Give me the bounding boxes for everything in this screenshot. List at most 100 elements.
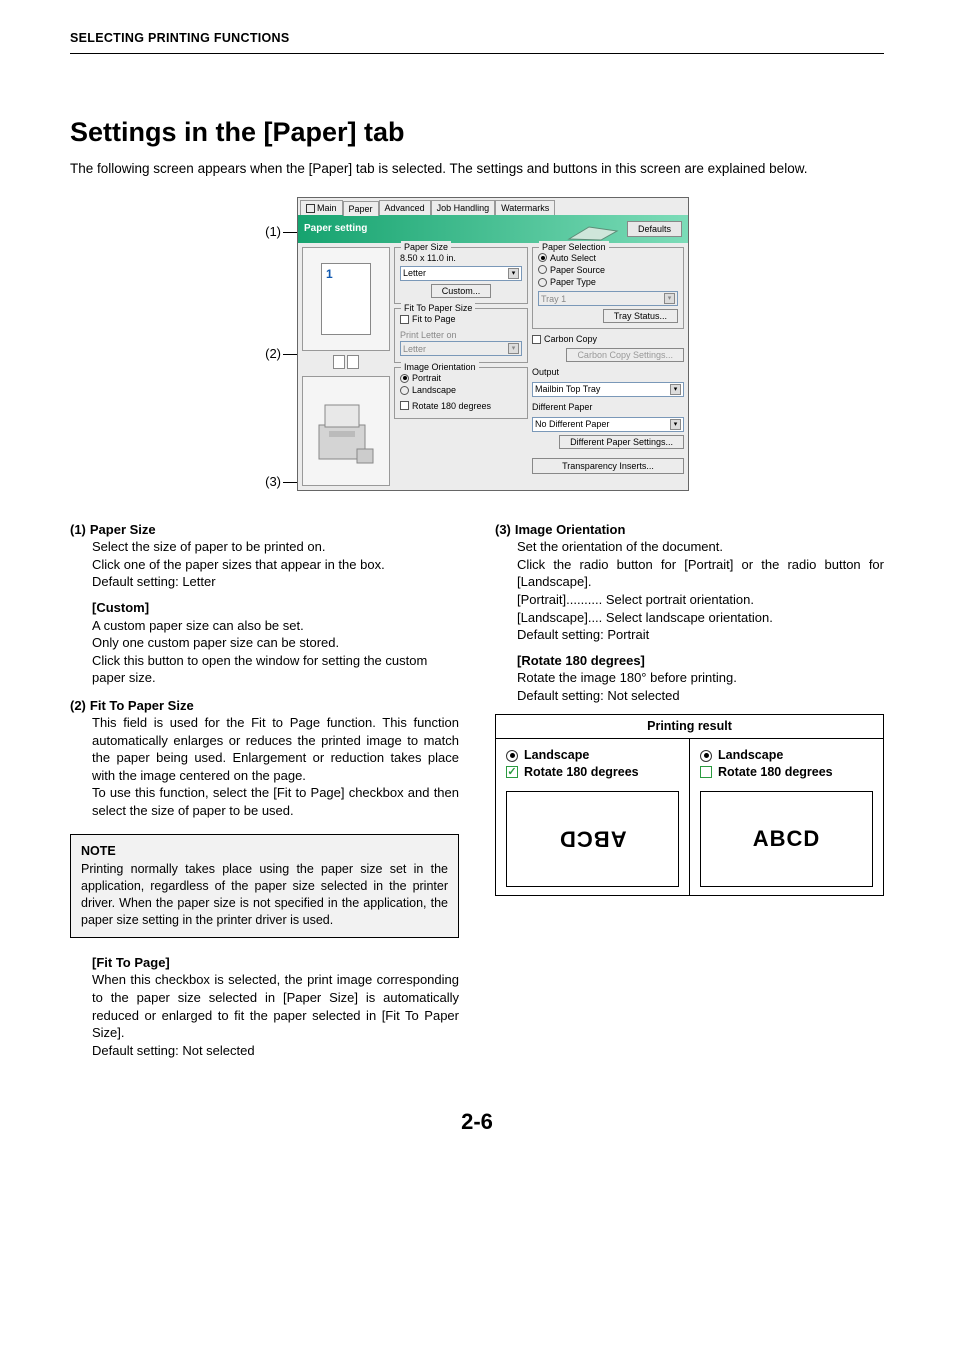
group-title-fit: Fit To Paper Size bbox=[401, 302, 475, 314]
custom-button[interactable]: Custom... bbox=[431, 284, 492, 298]
s3-p2: Click the radio button for [Portrait] or… bbox=[517, 556, 884, 591]
pr-title: Printing result bbox=[496, 715, 883, 739]
screenshot-wrapper: (1) (2) (3) Main Paper Advanced Job Hand… bbox=[70, 197, 884, 491]
callouts: (1) (2) (3) bbox=[265, 197, 297, 491]
s3-rot: [Rotate 180 degrees] bbox=[517, 652, 884, 670]
different-paper-label: Different Paper bbox=[532, 401, 684, 413]
group-title-orient: Image Orientation bbox=[401, 361, 479, 373]
tab-job-handling[interactable]: Job Handling bbox=[431, 200, 496, 215]
paper-type-radio[interactable] bbox=[538, 278, 547, 287]
output-select[interactable]: Mailbin Top Tray▾ bbox=[532, 382, 684, 397]
paper-size-select[interactable]: Letter▾ bbox=[400, 266, 522, 281]
page-preview: 1 bbox=[302, 247, 390, 351]
preview-page-number: 1 bbox=[326, 266, 333, 282]
page-header: SELECTING PRINTING FUNCTIONS bbox=[70, 30, 884, 54]
pr-box-normal: ABCD bbox=[700, 791, 873, 887]
chevron-down-icon: ▾ bbox=[664, 293, 675, 304]
s2-title: Fit To Paper Size bbox=[90, 697, 194, 715]
chevron-down-icon: ▾ bbox=[670, 384, 681, 395]
rotate-label: Rotate 180 degrees bbox=[412, 400, 491, 412]
page-icon bbox=[306, 204, 315, 213]
tab-main[interactable]: Main bbox=[300, 200, 343, 215]
paper-source-label: Paper Source bbox=[550, 264, 605, 276]
rotate-checkbox[interactable] bbox=[400, 401, 409, 410]
printer-icon bbox=[567, 217, 621, 241]
s1-c2: Only one custom paper size can be stored… bbox=[92, 634, 459, 652]
s1-p2: Click one of the paper sizes that appear… bbox=[92, 556, 459, 574]
fit-to-page-label: Fit to Page bbox=[412, 313, 456, 325]
s1-c1: A custom paper size can also be set. bbox=[92, 617, 459, 635]
checkbox-unchecked-icon: ✓ bbox=[700, 766, 712, 778]
chevron-down-icon: ▾ bbox=[508, 343, 519, 354]
note-box: NOTE Printing normally takes place using… bbox=[70, 834, 459, 938]
s1-num: (1) bbox=[70, 521, 86, 539]
chevron-down-icon: ▾ bbox=[508, 268, 519, 279]
s3-num: (3) bbox=[495, 521, 511, 539]
fit-to-page-checkbox[interactable] bbox=[400, 315, 409, 324]
s2b-p2: Default setting: Not selected bbox=[92, 1042, 459, 1060]
s3-p1: Set the orientation of the document. bbox=[517, 538, 884, 556]
fit-msg: Print Letter on bbox=[400, 329, 522, 341]
paper-dim-label: 8.50 x 11.0 in. bbox=[400, 252, 522, 264]
tab-watermarks[interactable]: Watermarks bbox=[495, 200, 555, 215]
callout-1: (1) bbox=[265, 224, 281, 239]
auto-select-label: Auto Select bbox=[550, 252, 596, 264]
dialog: Main Paper Advanced Job Handling Waterma… bbox=[297, 197, 689, 491]
portrait-radio[interactable] bbox=[400, 374, 409, 383]
intro-text: The following screen appears when the [P… bbox=[70, 160, 884, 178]
landscape-radio[interactable] bbox=[400, 386, 409, 395]
s3-p4: [Landscape].... Select landscape orienta… bbox=[517, 609, 884, 627]
carbon-copy-checkbox[interactable] bbox=[532, 335, 541, 344]
paper-source-radio[interactable] bbox=[538, 265, 547, 274]
pr-landscape-1: Landscape bbox=[524, 747, 589, 764]
checkbox-checked-icon: ✓ bbox=[506, 766, 518, 778]
s3-r1: Rotate the image 180° before printing. bbox=[517, 669, 884, 687]
output-label: Output bbox=[532, 366, 684, 378]
tab-paper[interactable]: Paper bbox=[343, 201, 379, 216]
fit-to-select: Letter▾ bbox=[400, 341, 522, 356]
defaults-button[interactable]: Defaults bbox=[627, 221, 682, 237]
s1-p3: Default setting: Letter bbox=[92, 573, 459, 591]
auto-select-radio[interactable] bbox=[538, 253, 547, 262]
tray-select: Tray 1▾ bbox=[538, 291, 678, 306]
note-title: NOTE bbox=[81, 843, 448, 860]
bar-title: Paper setting bbox=[304, 222, 367, 236]
s2b-title: [Fit To Page] bbox=[92, 954, 459, 972]
group-title-paper-size: Paper Size bbox=[401, 241, 451, 253]
different-paper-select[interactable]: No Different Paper▾ bbox=[532, 417, 684, 432]
s2-p2: To use this function, select the [Fit to… bbox=[92, 784, 459, 819]
s1-p1: Select the size of paper to be printed o… bbox=[92, 538, 459, 556]
carbon-copy-settings-button: Carbon Copy Settings... bbox=[566, 348, 684, 362]
portrait-label: Portrait bbox=[412, 372, 441, 384]
page-title: Settings in the [Paper] tab bbox=[70, 114, 884, 150]
s3-p3: [Portrait].......... Select portrait ori… bbox=[517, 591, 884, 609]
pr-rotate-1: Rotate 180 degrees bbox=[524, 764, 639, 781]
tray-status-button[interactable]: Tray Status... bbox=[603, 309, 678, 323]
printer-preview bbox=[302, 376, 390, 486]
pr-landscape-2: Landscape bbox=[718, 747, 783, 764]
s3-title: Image Orientation bbox=[515, 521, 626, 539]
paper-type-label: Paper Type bbox=[550, 276, 596, 288]
duplex-icon bbox=[302, 355, 390, 372]
transparency-inserts-button[interactable]: Transparency Inserts... bbox=[532, 458, 684, 474]
different-paper-settings-button[interactable]: Different Paper Settings... bbox=[559, 435, 684, 449]
group-orientation: Image Orientation Portrait Landscape Rot… bbox=[394, 367, 528, 418]
pr-rotate-2: Rotate 180 degrees bbox=[718, 764, 833, 781]
s3-p5: Default setting: Portrait bbox=[517, 626, 884, 644]
landscape-label: Landscape bbox=[412, 384, 456, 396]
tab-advanced[interactable]: Advanced bbox=[379, 200, 431, 215]
radio-icon bbox=[506, 750, 518, 762]
note-body: Printing normally takes place using the … bbox=[81, 861, 448, 929]
callout-2: (2) bbox=[265, 346, 281, 361]
s2-num: (2) bbox=[70, 697, 86, 715]
tab-strip: Main Paper Advanced Job Handling Waterma… bbox=[298, 198, 688, 215]
group-paper-selection: Paper Selection Auto Select Paper Source… bbox=[532, 247, 684, 330]
group-title-papersel: Paper Selection bbox=[539, 241, 609, 253]
s2-p1: This field is used for the Fit to Page f… bbox=[92, 714, 459, 784]
s1-title: Paper Size bbox=[90, 521, 156, 539]
s1-custom: [Custom] bbox=[92, 599, 459, 617]
carbon-copy-label: Carbon Copy bbox=[544, 333, 597, 345]
title-bar: Paper setting Defaults bbox=[298, 215, 688, 243]
s1-c3: Click this button to open the window for… bbox=[92, 652, 459, 687]
page-number: 2-6 bbox=[70, 1107, 884, 1137]
